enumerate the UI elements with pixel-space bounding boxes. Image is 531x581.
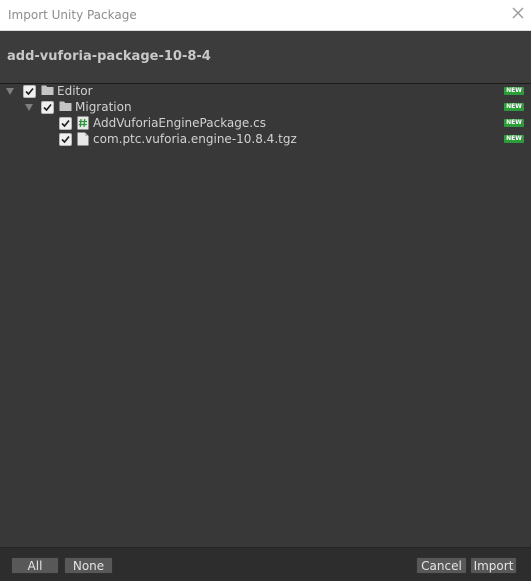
tree-row-migration[interactable]: Migration NEW xyxy=(0,100,531,116)
folder-icon xyxy=(59,100,72,114)
csharp-script-icon xyxy=(77,116,90,130)
package-tree: Editor NEW Migration NEW AddVuforiaEngin… xyxy=(0,84,531,547)
tree-item-label: Editor xyxy=(57,84,93,98)
tgz-checkbox[interactable] xyxy=(59,133,72,146)
import-button[interactable]: Import xyxy=(470,557,517,574)
script-checkbox[interactable] xyxy=(59,117,72,130)
package-header: add-vuforia-package-10-8-4 xyxy=(0,31,531,83)
expand-arrow-icon[interactable] xyxy=(6,88,14,95)
new-badge: NEW xyxy=(504,103,524,111)
expand-arrow-icon[interactable] xyxy=(25,104,33,111)
tree-item-label: com.ptc.vuforia.engine-10.8.4.tgz xyxy=(93,132,297,146)
package-name: add-vuforia-package-10-8-4 xyxy=(7,49,211,64)
new-badge: NEW xyxy=(504,119,524,127)
migration-checkbox[interactable] xyxy=(41,101,54,114)
file-icon xyxy=(77,132,90,146)
tree-row-script[interactable]: AddVuforiaEnginePackage.cs NEW xyxy=(0,116,531,132)
tree-item-label: AddVuforiaEnginePackage.cs xyxy=(93,116,266,130)
tree-row-tgz[interactable]: com.ptc.vuforia.engine-10.8.4.tgz NEW xyxy=(0,132,531,148)
tree-item-label: Migration xyxy=(75,100,132,114)
window-titlebar: Import Unity Package xyxy=(0,0,531,31)
select-all-button[interactable]: All xyxy=(11,557,59,574)
cancel-button[interactable]: Cancel xyxy=(416,557,467,574)
window-title: Import Unity Package xyxy=(8,8,137,22)
close-icon[interactable] xyxy=(511,6,525,20)
tree-row-editor[interactable]: Editor NEW xyxy=(0,84,531,100)
folder-icon xyxy=(41,84,54,98)
new-badge: NEW xyxy=(504,87,524,95)
new-badge: NEW xyxy=(504,135,524,143)
select-none-button[interactable]: None xyxy=(64,557,113,574)
dialog-footer: All None Cancel Import xyxy=(0,547,531,581)
editor-checkbox[interactable] xyxy=(23,85,36,98)
